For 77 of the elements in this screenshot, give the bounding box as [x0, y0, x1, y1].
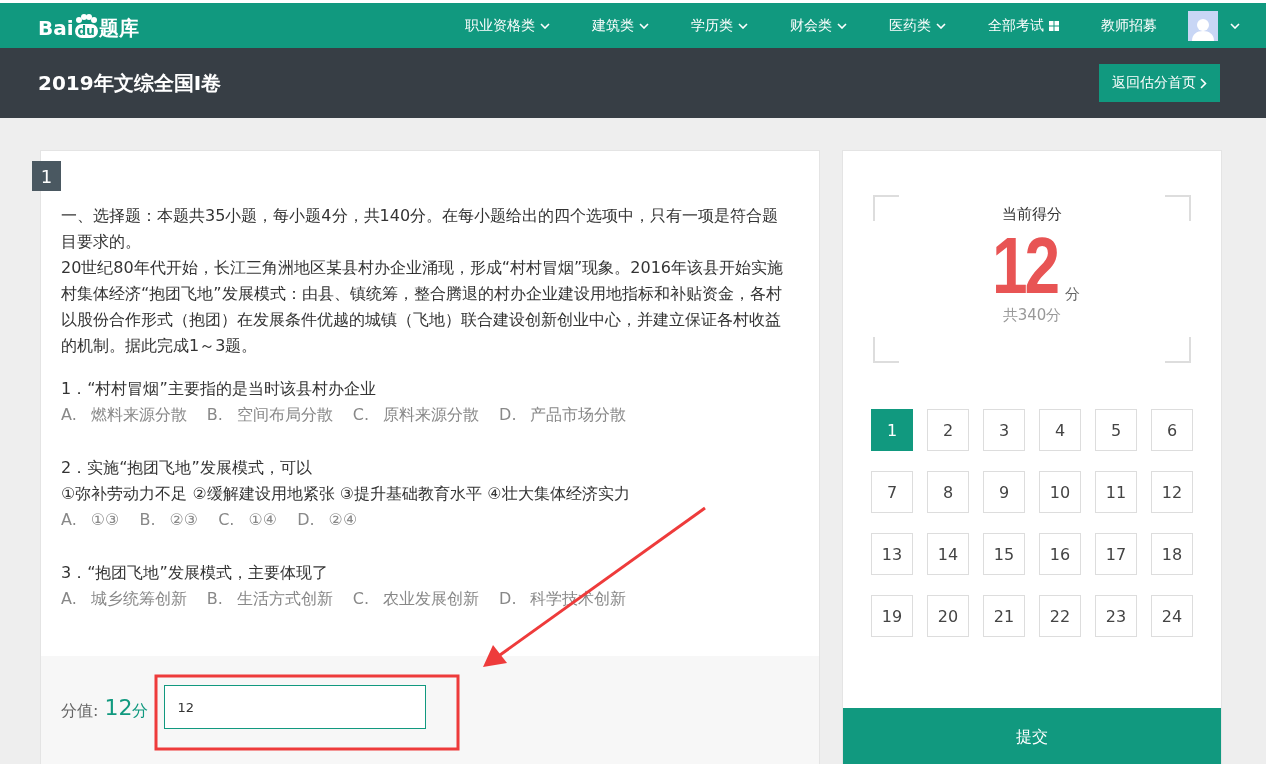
question-number-button[interactable]: 2: [927, 409, 969, 451]
question-stem: 2．实施“抱团飞地”发展模式，可以: [61, 457, 313, 479]
answer-option[interactable]: B. 生活方式创新: [206, 586, 333, 612]
corner-bracket: [873, 195, 899, 221]
score-unit: 分: [1065, 285, 1080, 304]
answer-option[interactable]: C. ①④: [218, 507, 278, 533]
question-number-button[interactable]: 7: [871, 471, 913, 513]
chevron-down-icon: [738, 22, 748, 29]
chevron-right-icon: [1200, 77, 1207, 89]
avatar-icon[interactable]: [1188, 10, 1218, 41]
submit-button[interactable]: 提交: [843, 708, 1221, 764]
question-number-button[interactable]: 13: [871, 533, 913, 575]
grid-icon: [1049, 20, 1059, 31]
question-number-button[interactable]: 17: [1095, 533, 1137, 575]
question-number-button[interactable]: 5: [1095, 409, 1137, 451]
question-text: 一、选择题：本题共35小题，每小题4分，共140分。在每小题给出的四个选项中，只有一项是符合题目要求的。: [61, 205, 780, 253]
question-number-button[interactable]: 12: [1151, 471, 1193, 513]
question-number-button[interactable]: 15: [983, 533, 1025, 575]
question-number-button[interactable]: 8: [927, 471, 969, 513]
paw-icon: [75, 13, 98, 24]
logo-text: Bai: [38, 17, 74, 38]
question-number-button[interactable]: 3: [983, 409, 1025, 451]
corner-bracket: [1165, 195, 1191, 221]
question-number-button[interactable]: 9: [983, 471, 1025, 513]
score-input-field[interactable]: 12: [164, 685, 427, 729]
nav-menu-item[interactable]: 教师招募: [1080, 16, 1178, 35]
question-number-button[interactable]: 20: [927, 595, 969, 637]
question-number-button[interactable]: 11: [1095, 471, 1137, 513]
logo-text: 题库: [98, 17, 139, 38]
current-score: 12: [992, 228, 1057, 304]
question-number-button[interactable]: 14: [927, 533, 969, 575]
corner-bracket: [1165, 337, 1191, 363]
chevron-down-icon: [837, 22, 847, 29]
answer-option[interactable]: B. 空间布局分散: [206, 402, 333, 428]
chevron-down-icon: [639, 22, 649, 29]
answer-option[interactable]: C. 农业发展创新: [352, 586, 480, 612]
corner-bracket: [873, 337, 899, 363]
question-stem: 1．“村村冒烟”主要指的是当时该县村办企业: [61, 378, 377, 400]
logo-text: du: [74, 23, 98, 38]
answer-option[interactable]: D. 产品市场分散: [499, 402, 627, 428]
question-number-button[interactable]: 21: [983, 595, 1025, 637]
total-score: 共340分: [1002, 306, 1062, 325]
question-number-button[interactable]: 22: [1039, 595, 1081, 637]
page-title: 2019年文综全国I卷: [38, 69, 222, 97]
answer-option[interactable]: A. ①③: [61, 507, 120, 533]
question-number-button[interactable]: 18: [1151, 533, 1193, 575]
answer-option[interactable]: C. 原料来源分散: [352, 402, 480, 428]
nav-menu-item[interactable]: 医药类: [868, 16, 967, 35]
answer-option[interactable]: B. ②③: [139, 507, 199, 533]
question-number-button[interactable]: 6: [1151, 409, 1193, 451]
nav-menu-item[interactable]: 学历类: [670, 16, 769, 35]
current-score-label: 当前得分: [1002, 205, 1062, 224]
back-button[interactable]: 返回估分首页: [1099, 64, 1220, 102]
nav-menu-item[interactable]: 全部考试: [967, 16, 1080, 35]
chevron-down-icon: [936, 22, 946, 29]
score-unit: 分: [132, 701, 149, 722]
question-number-button[interactable]: 24: [1151, 595, 1193, 637]
answer-option[interactable]: A. 城乡统筹创新: [61, 586, 187, 612]
answer-option[interactable]: D. ②④: [297, 507, 358, 533]
nav-menu-item[interactable]: 建筑类: [571, 16, 670, 35]
question-number-button[interactable]: 10: [1039, 471, 1081, 513]
question-number-button[interactable]: 4: [1039, 409, 1081, 451]
answer-option[interactable]: A. 燃料来源分散: [61, 402, 187, 428]
chevron-down-icon: [1230, 22, 1240, 29]
score-label: 分值:: [61, 701, 99, 722]
question-text: 20世纪80年代开始，长江三角洲地区某县村办企业涌现，形成“村村冒烟”现象。2016年该县开始实施村集体经济“抱团飞地”发展模式：由县、镇统筹，整合腾退的村办企业建设用地指标和补贴资金，各村以股份合作形式（抱团）在发展条件优越的城镇（飞地）联合建设创新创业中心，并建立保证各村收益的机制。据此完成1～3题。: [61, 257, 784, 357]
nav-menu-item[interactable]: 职业资格类: [444, 16, 571, 35]
question-stem: 3．“抱团飞地”发展模式，主要体现了: [61, 562, 329, 584]
score-value: 12: [104, 695, 133, 720]
question-number-button[interactable]: 16: [1039, 533, 1081, 575]
nav-menu-item[interactable]: 财会类: [769, 16, 868, 35]
statements-text: ①弥补劳动力不足 ②缓解建设用地紧张 ③提升基础教育水平 ④壮大集体经济实力: [61, 483, 631, 505]
question-number-button[interactable]: 1: [871, 409, 913, 451]
question-number: 1: [32, 161, 61, 191]
question-number-button[interactable]: 19: [871, 595, 913, 637]
question-number-button[interactable]: 23: [1095, 595, 1137, 637]
chevron-down-icon: [540, 22, 550, 29]
